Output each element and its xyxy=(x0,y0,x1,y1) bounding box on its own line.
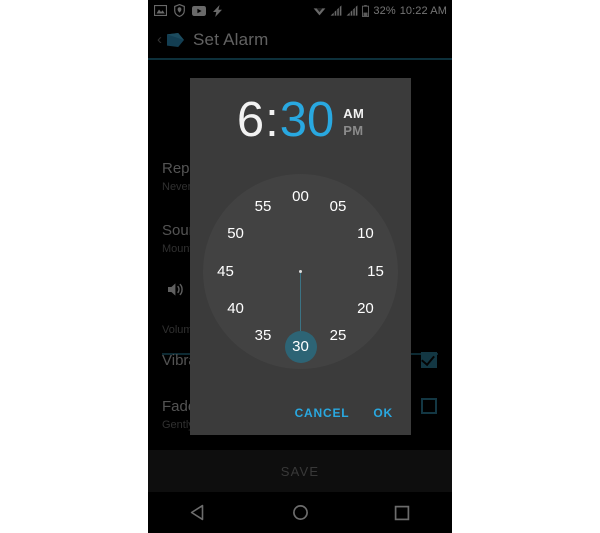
dial-number-20[interactable]: 20 xyxy=(350,300,380,318)
dial-selected-minute[interactable]: 30 xyxy=(284,330,317,363)
clock-dial[interactable]: 00 05 10 15 20 25 30 35 40 45 50 55 xyxy=(203,174,398,369)
dial-number-35[interactable]: 35 xyxy=(248,327,278,345)
pm-button[interactable]: PM xyxy=(343,122,364,139)
time-colon: : xyxy=(265,92,279,147)
cancel-button[interactable]: CANCEL xyxy=(295,406,350,420)
time-display: 6 : 30 AM PM xyxy=(190,78,411,162)
dial-number-45[interactable]: 45 xyxy=(211,263,241,281)
dial-number-10[interactable]: 10 xyxy=(350,225,380,243)
dial-number-25[interactable]: 25 xyxy=(323,327,353,345)
hour-value[interactable]: 6 xyxy=(237,95,264,145)
dial-selected-minute-label: 30 xyxy=(292,337,309,355)
am-pm-toggle: AM PM xyxy=(343,105,364,139)
clock-center-dot xyxy=(299,270,302,273)
time-picker-dialog: 6 : 30 AM PM 00 05 10 15 20 25 30 35 40 45 50 55 CA… xyxy=(190,78,411,435)
dialog-actions: CANCEL OK xyxy=(190,391,411,435)
time-picker-header: 6 : 30 AM PM xyxy=(190,78,411,162)
am-button[interactable]: AM xyxy=(343,105,364,122)
dial-number-05[interactable]: 05 xyxy=(323,198,353,216)
phone-screen: 32% 10:22 AM ‹ Set Alarm Repeat Never So… xyxy=(148,0,452,533)
dial-number-15[interactable]: 15 xyxy=(361,263,391,281)
dial-number-40[interactable]: 40 xyxy=(221,300,251,318)
dial-number-00[interactable]: 00 xyxy=(286,188,316,206)
ok-button[interactable]: OK xyxy=(373,406,393,420)
minute-value[interactable]: 30 xyxy=(280,95,335,145)
dial-number-55[interactable]: 55 xyxy=(248,198,278,216)
dial-number-50[interactable]: 50 xyxy=(221,225,251,243)
